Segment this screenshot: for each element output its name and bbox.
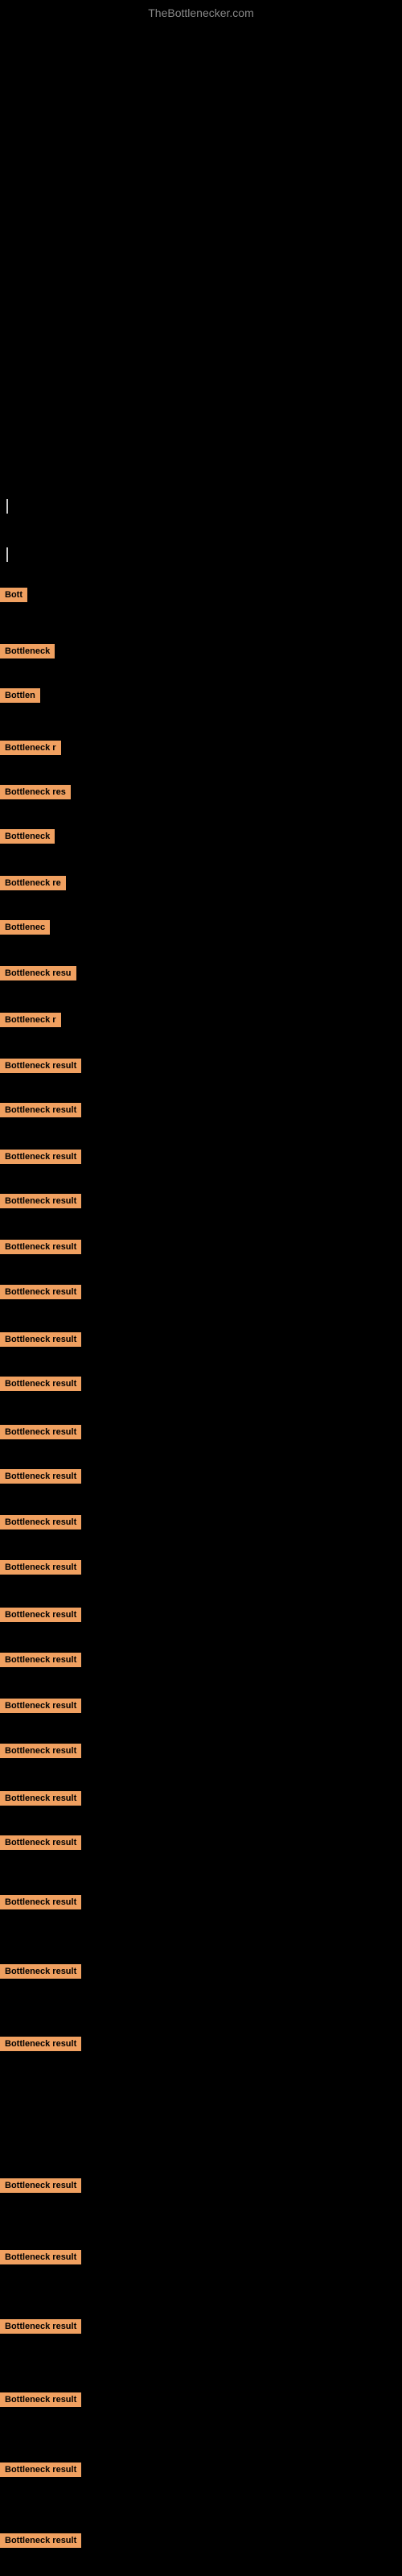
bottleneck-row: Bottleneck result: [0, 2533, 81, 2553]
bottleneck-badge[interactable]: Bottleneck result: [0, 1895, 81, 1909]
bottleneck-badge[interactable]: Bottleneck result: [0, 1964, 81, 1979]
bottleneck-row: Bottleneck: [0, 644, 55, 664]
chart-area: [0, 23, 402, 489]
bottleneck-row: Bottleneck result: [0, 1608, 81, 1628]
bottleneck-badge[interactable]: Bottleneck result: [0, 2462, 81, 2477]
bottleneck-row: Bottleneck result: [0, 1285, 81, 1305]
bottleneck-row: Bottleneck resu: [0, 966, 76, 986]
site-title: TheBottlenecker.com: [0, 0, 402, 23]
bottleneck-row: Bottleneck result: [0, 2037, 81, 2057]
bottleneck-badge[interactable]: Bottleneck result: [0, 1744, 81, 1758]
bottleneck-row: Bottleneck result: [0, 1103, 81, 1123]
bottleneck-badge[interactable]: Bottleneck result: [0, 1240, 81, 1254]
bottleneck-badge[interactable]: Bottleneck result: [0, 1059, 81, 1073]
bottleneck-badge[interactable]: Bottleneck result: [0, 2250, 81, 2264]
bottleneck-row: Bottleneck result: [0, 1194, 81, 1214]
bottleneck-badge[interactable]: Bottleneck result: [0, 1332, 81, 1347]
bottleneck-row: Bottleneck r: [0, 1013, 61, 1033]
cursor-line-2: [6, 547, 8, 562]
bottleneck-row: Bottlenec: [0, 920, 50, 940]
bottleneck-badge[interactable]: Bottleneck re: [0, 876, 66, 890]
bottleneck-row: Bottleneck result: [0, 2392, 81, 2413]
bottleneck-row: Bottleneck result: [0, 1332, 81, 1352]
bottleneck-badge[interactable]: Bottleneck result: [0, 2319, 81, 2334]
bottleneck-badge[interactable]: Bottleneck result: [0, 1469, 81, 1484]
bottleneck-row: Bottleneck r: [0, 741, 61, 761]
bottleneck-badge[interactable]: Bottleneck result: [0, 1377, 81, 1391]
bottleneck-row: Bottleneck result: [0, 1791, 81, 1811]
bottleneck-badge[interactable]: Bottleneck result: [0, 1653, 81, 1667]
bottleneck-badge[interactable]: Bottleneck r: [0, 1013, 61, 1027]
bottleneck-badge[interactable]: Bottleneck result: [0, 1103, 81, 1117]
bottleneck-badge[interactable]: Bottleneck result: [0, 1835, 81, 1850]
bottleneck-row: Bottleneck result: [0, 1469, 81, 1489]
bottleneck-row: Bottleneck result: [0, 1653, 81, 1673]
bottleneck-badge[interactable]: Bottleneck: [0, 829, 55, 844]
bottleneck-row: Bottleneck re: [0, 876, 66, 896]
bottleneck-badge[interactable]: Bottleneck result: [0, 1285, 81, 1299]
bottleneck-badge[interactable]: Bottleneck result: [0, 1150, 81, 1164]
bottleneck-badge[interactable]: Bott: [0, 588, 27, 602]
bottleneck-row: Bottleneck result: [0, 1150, 81, 1170]
bottleneck-badge[interactable]: Bottleneck result: [0, 1791, 81, 1806]
bottleneck-row: Bott: [0, 588, 27, 608]
bottleneck-row: Bottleneck result: [0, 1059, 81, 1079]
bottleneck-badge[interactable]: Bottleneck r: [0, 741, 61, 755]
bottleneck-row: Bottleneck result: [0, 1425, 81, 1445]
bottleneck-badge[interactable]: Bottlenec: [0, 920, 50, 935]
bottleneck-row: Bottleneck res: [0, 785, 71, 805]
bottleneck-row: Bottleneck result: [0, 1964, 81, 1984]
bottleneck-row: Bottleneck: [0, 829, 55, 849]
bottleneck-row: Bottleneck result: [0, 1895, 81, 1915]
bottleneck-badge[interactable]: Bottleneck: [0, 644, 55, 658]
bottleneck-badge[interactable]: Bottlen: [0, 688, 40, 703]
bottleneck-badge[interactable]: Bottleneck result: [0, 1425, 81, 1439]
bottleneck-badge[interactable]: Bottleneck result: [0, 1560, 81, 1575]
bottleneck-badge[interactable]: Bottleneck result: [0, 2178, 81, 2193]
bottleneck-row: Bottleneck result: [0, 1240, 81, 1260]
bottleneck-row: Bottleneck result: [0, 2250, 81, 2270]
bottleneck-badge[interactable]: Bottleneck result: [0, 2037, 81, 2051]
bottleneck-badge[interactable]: Bottleneck result: [0, 1515, 81, 1530]
bottleneck-badge[interactable]: Bottleneck result: [0, 1699, 81, 1713]
bottleneck-badge[interactable]: Bottleneck result: [0, 1194, 81, 1208]
bottleneck-badge[interactable]: Bottleneck result: [0, 2392, 81, 2407]
bottleneck-row: Bottleneck result: [0, 1699, 81, 1719]
bottleneck-row: Bottleneck result: [0, 1744, 81, 1764]
bottleneck-row: Bottleneck result: [0, 1560, 81, 1580]
bottleneck-badge[interactable]: Bottleneck resu: [0, 966, 76, 980]
bottleneck-row: Bottleneck result: [0, 1377, 81, 1397]
bottleneck-row: Bottlen: [0, 688, 40, 708]
bottleneck-badge[interactable]: Bottleneck result: [0, 1608, 81, 1622]
bottleneck-row: Bottleneck result: [0, 2319, 81, 2339]
bottleneck-row: Bottleneck result: [0, 2462, 81, 2483]
bottleneck-badge[interactable]: Bottleneck res: [0, 785, 71, 799]
bottleneck-badge[interactable]: Bottleneck result: [0, 2533, 81, 2548]
bottleneck-row: Bottleneck result: [0, 1515, 81, 1535]
bottleneck-row: Bottleneck result: [0, 2178, 81, 2198]
bottleneck-row: Bottleneck result: [0, 1835, 81, 1856]
cursor-line-1: [6, 499, 8, 514]
